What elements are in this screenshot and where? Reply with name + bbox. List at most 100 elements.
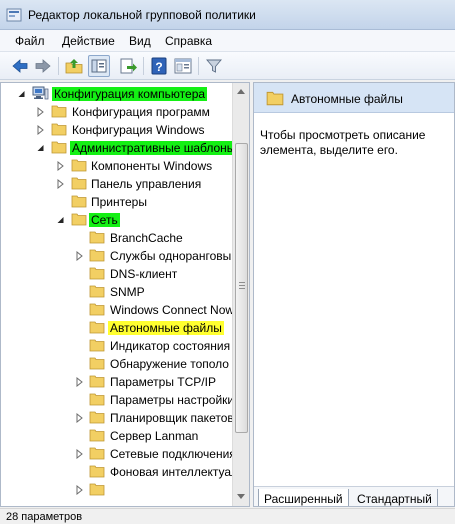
tree-item-printers[interactable]: Принтеры — [1, 193, 232, 211]
tree-item-label: Панель управления — [91, 177, 202, 191]
toolbar: ? — [0, 52, 455, 80]
tree-item-label: DNS-клиент — [110, 267, 178, 281]
tree-item-label: Параметры настройки — [110, 393, 235, 407]
expanded-arrow-icon[interactable] — [56, 215, 65, 225]
tree-item-label: Обнаружение тополо — [110, 357, 229, 371]
tree-item-lanman-server[interactable]: Сервер Lanman — [1, 427, 232, 445]
tree-item-background-intelligent[interactable]: Фоновая интеллектуал — [1, 463, 238, 481]
show-hide-tree-button[interactable] — [88, 55, 110, 77]
tree-item-software-settings[interactable]: Конфигурация программ — [1, 103, 232, 121]
tree-item-label: Параметры TCP/IP — [110, 375, 216, 389]
forward-button[interactable] — [32, 55, 54, 77]
tree-item-label: Планировщик пакетов — [110, 411, 234, 425]
tree-item-label: Конфигурация Windows — [72, 123, 205, 137]
tree-item-settings-params[interactable]: Параметры настройки — [1, 391, 234, 409]
up-folder-button[interactable] — [63, 55, 85, 77]
tree-item-windows-connect-now[interactable]: Windows Connect Now — [1, 301, 234, 319]
tree-item-network-connections[interactable]: Сетевые подключения — [1, 445, 236, 463]
tree-item-label: Сетевые подключения — [110, 447, 236, 461]
status-text: 28 параметров — [6, 511, 83, 523]
expanded-arrow-icon[interactable] — [36, 143, 45, 153]
menu-view[interactable]: Вид — [129, 34, 151, 48]
tree-item-offline-files[interactable]: Автономные файлы — [1, 319, 232, 337]
tree-item-label: Административные шаблоны — [70, 141, 238, 155]
console-tree[interactable]: Конфигурация компьютера Конфигурация про… — [0, 82, 250, 507]
tree-item-windows-settings[interactable]: Конфигурация Windows — [1, 121, 232, 139]
folder-icon — [51, 123, 67, 136]
tree-item-label: Принтеры — [91, 195, 147, 209]
scroll-down-icon[interactable] — [236, 493, 246, 501]
tree-item-administrative-templates[interactable]: Административные шаблоны — [1, 139, 238, 157]
folder-icon — [89, 393, 105, 406]
collapsed-arrow-icon[interactable] — [75, 413, 84, 423]
filter-icon — [206, 59, 222, 73]
menu-file[interactable]: Файл — [15, 34, 45, 48]
folder-icon — [89, 249, 105, 262]
tree-item-tcpip-settings[interactable]: Параметры TCP/IP — [1, 373, 232, 391]
folder-icon — [51, 141, 67, 154]
folder-icon — [89, 267, 105, 280]
scroll-up-icon[interactable] — [236, 87, 246, 95]
collapsed-arrow-icon[interactable] — [75, 251, 84, 261]
folder-icon — [71, 159, 87, 172]
collapsed-arrow-icon[interactable] — [75, 377, 84, 387]
folder-icon — [71, 177, 87, 190]
title-bar: Редактор локальной групповой политики — [0, 0, 455, 30]
view-tabs: Расширенный Стандартный — [254, 486, 454, 506]
tree-scrollbar[interactable] — [232, 83, 249, 506]
folder-icon — [71, 195, 87, 208]
properties-icon — [174, 58, 192, 74]
tree-item-packet-scheduler[interactable]: Планировщик пакетов — [1, 409, 234, 427]
collapsed-arrow-icon[interactable] — [56, 161, 65, 171]
collapsed-arrow-icon[interactable] — [36, 125, 45, 135]
up-folder-icon — [65, 59, 83, 74]
expanded-arrow-icon[interactable] — [17, 89, 26, 99]
scrollbar-thumb[interactable] — [235, 143, 248, 433]
tree-item-snmp[interactable]: SNMP — [1, 283, 232, 301]
tree-item-dns-client[interactable]: DNS-клиент — [1, 265, 232, 283]
folder-icon — [89, 429, 105, 442]
back-button[interactable] — [9, 55, 31, 77]
tree-item-windows-components[interactable]: Компоненты Windows — [1, 157, 232, 175]
tree-item-label: Windows Connect Now — [110, 303, 235, 317]
folder-icon — [89, 231, 105, 244]
tree-item-branchcache[interactable]: BranchCache — [1, 229, 232, 247]
tree-item-network[interactable]: Сеть — [1, 211, 232, 229]
collapsed-arrow-icon[interactable] — [75, 449, 84, 459]
tree-item-peer-services[interactable]: Службы одноранговы — [1, 247, 232, 265]
help-button[interactable]: ? — [148, 55, 170, 77]
folder-icon — [51, 105, 67, 118]
tree-item-label: Конфигурация компьютера — [52, 87, 208, 101]
tab-extended[interactable]: Расширенный — [258, 489, 349, 506]
tree-item-label: Компоненты Windows — [91, 159, 213, 173]
tree-item-topology-discovery[interactable]: Обнаружение тополо — [1, 355, 232, 373]
tree-item-label: BranchCache — [110, 231, 183, 245]
tree-item-label: Службы одноранговы — [110, 249, 232, 263]
collapsed-arrow-icon[interactable] — [75, 485, 84, 495]
collapsed-arrow-icon[interactable] — [56, 179, 65, 189]
folder-icon — [89, 483, 105, 496]
help-icon: ? — [151, 57, 167, 75]
folder-icon — [89, 375, 105, 388]
menu-action[interactable]: Действие — [62, 34, 115, 48]
export-list-icon — [120, 58, 137, 74]
folder-icon — [71, 213, 87, 226]
details-description: Чтобы просмотреть описание элемента, выд… — [260, 128, 426, 157]
menu-help[interactable]: Справка — [165, 34, 212, 48]
status-bar: 28 параметров — [0, 508, 455, 524]
filter-button[interactable] — [203, 55, 225, 77]
tree-item-label: Конфигурация программ — [72, 105, 210, 119]
window-title: Редактор локальной групповой политики — [28, 8, 256, 22]
details-pane: Автономные файлы Чтобы просмотреть описа… — [253, 82, 455, 507]
tree-item-control-panel[interactable]: Панель управления — [1, 175, 232, 193]
tree-item-partial[interactable] — [1, 481, 232, 499]
properties-button[interactable] — [172, 55, 194, 77]
tab-standard[interactable]: Стандартный — [352, 489, 438, 506]
menu-bar: Файл Действие Вид Справка — [0, 30, 455, 52]
tree-item-status-indicator[interactable]: Индикатор состояния — [1, 337, 232, 355]
tree-item-label: Сеть — [89, 213, 120, 227]
toolbar-separator — [143, 57, 144, 75]
collapsed-arrow-icon[interactable] — [36, 107, 45, 117]
export-list-button[interactable] — [117, 55, 139, 77]
tree-item-computer-configuration[interactable]: Конфигурация компьютера — [1, 85, 232, 103]
